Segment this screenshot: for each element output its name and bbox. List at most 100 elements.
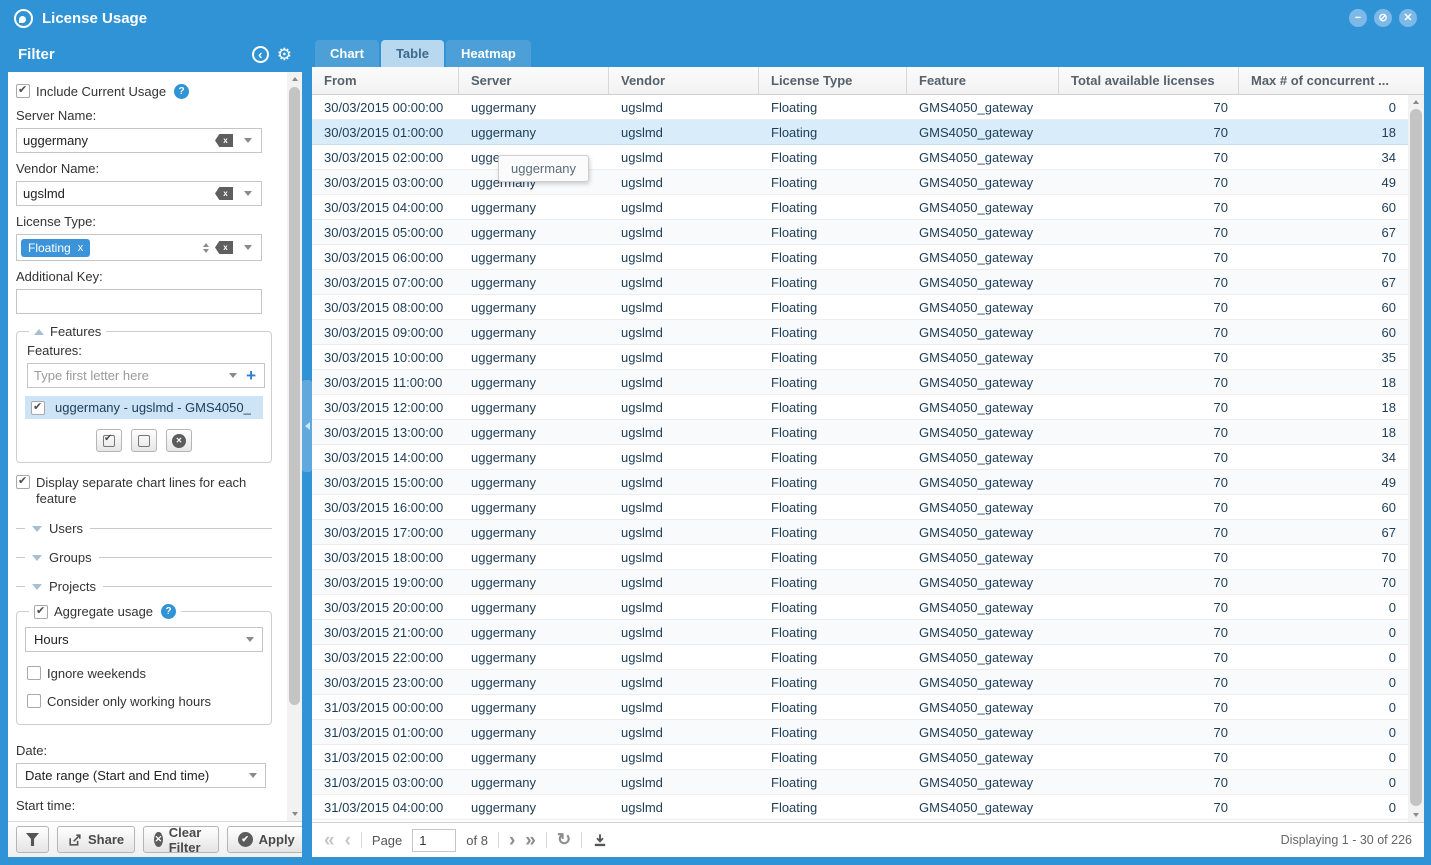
share-button[interactable]: Share xyxy=(57,826,135,853)
prev-page-button[interactable]: ‹ xyxy=(345,831,351,850)
page-number-input[interactable] xyxy=(412,829,456,852)
refresh-button[interactable]: ↻ xyxy=(557,830,571,850)
table-row[interactable]: 30/03/2015 09:00:00uggermanyugslmdFloati… xyxy=(312,320,1424,345)
filter-scrollbar-thumb[interactable] xyxy=(289,87,300,705)
apply-button[interactable]: ✔ Apply xyxy=(227,826,306,853)
table-row[interactable]: 30/03/2015 12:00:00uggermanyugslmdFloati… xyxy=(312,395,1424,420)
clear-field-icon[interactable]: x xyxy=(215,241,233,254)
column-header-feature[interactable]: Feature xyxy=(907,67,1059,94)
next-page-button[interactable]: › xyxy=(509,831,515,850)
tab-heatmap[interactable]: Heatmap xyxy=(446,40,531,67)
aggregate-usage-checkbox[interactable] xyxy=(34,605,48,619)
clear-field-icon[interactable]: x xyxy=(215,134,233,147)
license-type-tag[interactable]: Floating x xyxy=(21,239,90,257)
chevron-down-icon[interactable] xyxy=(224,373,242,378)
table-row[interactable]: 31/03/2015 01:00:00uggermanyugslmdFloati… xyxy=(312,720,1424,745)
table-row[interactable]: 30/03/2015 17:00:00uggermanyugslmdFloati… xyxy=(312,520,1424,545)
section-groups[interactable]: Groups xyxy=(16,550,272,565)
minimize-button[interactable]: − xyxy=(1349,9,1367,27)
collapse-panel-button[interactable]: ‹ xyxy=(252,46,269,63)
table-row[interactable]: 30/03/2015 08:00:00uggermanyugslmdFloati… xyxy=(312,295,1424,320)
column-header-from[interactable]: From xyxy=(312,67,459,94)
feature-list-item[interactable]: uggermany - ugslmd - GMS4050_ xyxy=(25,396,263,419)
collapse-section-icon[interactable] xyxy=(34,329,44,335)
table-row[interactable]: 30/03/2015 13:00:00uggermanyugslmdFloati… xyxy=(312,420,1424,445)
table-row[interactable]: 30/03/2015 05:00:00uggermanyugslmdFloati… xyxy=(312,220,1424,245)
deselect-all-features-button[interactable] xyxy=(131,429,157,452)
vendor-name-input[interactable] xyxy=(17,182,215,205)
table-row[interactable]: 30/03/2015 11:00:00uggermanyugslmdFloati… xyxy=(312,370,1424,395)
table-row[interactable]: 30/03/2015 23:00:00uggermanyugslmdFloati… xyxy=(312,670,1424,695)
ignore-weekends-checkbox[interactable] xyxy=(27,666,41,680)
clear-filter-button[interactable]: ✕ Clear Filter xyxy=(143,826,219,853)
add-feature-icon[interactable]: + xyxy=(246,366,256,386)
chevron-down-icon[interactable] xyxy=(239,245,257,250)
close-button[interactable]: ✕ xyxy=(1399,9,1417,27)
scroll-up-icon[interactable] xyxy=(287,72,302,86)
filter-scrollbar[interactable] xyxy=(287,72,302,821)
filter-menu-button[interactable] xyxy=(16,826,49,853)
working-hours-checkbox[interactable] xyxy=(27,694,41,708)
table-row[interactable]: 30/03/2015 04:00:00uggermanyugslmdFloati… xyxy=(312,195,1424,220)
section-users[interactable]: Users xyxy=(16,521,272,536)
download-button[interactable] xyxy=(592,833,608,848)
cell-max-concurrent: 18 xyxy=(1239,370,1424,394)
date-mode-select[interactable]: Date range (Start and End time) xyxy=(16,763,266,788)
features-input[interactable] xyxy=(28,364,224,387)
column-header-total-available[interactable]: Total available licenses xyxy=(1059,67,1239,94)
table-row[interactable]: 30/03/2015 02:00:00uggermanyugslmdFloati… xyxy=(312,145,1424,170)
select-all-features-button[interactable] xyxy=(96,429,122,452)
display-separate-checkbox[interactable] xyxy=(16,475,30,489)
help-icon[interactable]: ? xyxy=(174,84,189,99)
gear-icon[interactable]: ⚙ xyxy=(277,46,292,63)
scroll-down-icon[interactable] xyxy=(1408,808,1424,822)
table-row[interactable]: 30/03/2015 00:00:00uggermanyugslmdFloati… xyxy=(312,95,1424,120)
collapse-handle[interactable] xyxy=(302,380,312,472)
feature-item-checkbox[interactable] xyxy=(31,401,45,415)
table-row[interactable]: 30/03/2015 10:00:00uggermanyugslmdFloati… xyxy=(312,345,1424,370)
panel-splitter[interactable] xyxy=(302,36,312,857)
table-row[interactable]: 31/03/2015 04:00:00uggermanyugslmdFloati… xyxy=(312,795,1424,820)
tab-chart[interactable]: Chart xyxy=(315,40,379,67)
section-label: Users xyxy=(49,521,83,536)
aggregate-period-select[interactable]: Hours xyxy=(25,627,263,652)
spinner-control[interactable] xyxy=(203,243,209,253)
table-row[interactable]: 31/03/2015 00:00:00uggermanyugslmdFloati… xyxy=(312,695,1424,720)
grid-scrollbar-thumb[interactable] xyxy=(1410,109,1422,806)
last-page-button[interactable]: » xyxy=(525,831,536,850)
include-current-usage-checkbox[interactable] xyxy=(16,84,30,98)
table-row[interactable]: 31/03/2015 02:00:00uggermanyugslmdFloati… xyxy=(312,745,1424,770)
table-row[interactable]: 30/03/2015 22:00:00uggermanyugslmdFloati… xyxy=(312,645,1424,670)
table-row[interactable]: 30/03/2015 16:00:00uggermanyugslmdFloati… xyxy=(312,495,1424,520)
help-icon[interactable]: ? xyxy=(161,604,176,619)
first-page-button[interactable]: « xyxy=(324,831,335,850)
maximize-button[interactable]: ⊘ xyxy=(1374,9,1392,27)
table-row[interactable]: 30/03/2015 07:00:00uggermanyugslmdFloati… xyxy=(312,270,1424,295)
table-row[interactable]: 30/03/2015 18:00:00uggermanyugslmdFloati… xyxy=(312,545,1424,570)
column-header-server[interactable]: Server xyxy=(459,67,609,94)
scroll-down-icon[interactable] xyxy=(287,807,302,821)
table-row[interactable]: 30/03/2015 06:00:00uggermanyugslmdFloati… xyxy=(312,245,1424,270)
additional-key-input[interactable] xyxy=(17,290,261,313)
table-row[interactable]: 31/03/2015 03:00:00uggermanyugslmdFloati… xyxy=(312,770,1424,795)
clear-features-button[interactable]: ✕ xyxy=(166,429,192,452)
grid-scrollbar[interactable] xyxy=(1408,95,1424,822)
table-row[interactable]: 30/03/2015 15:00:00uggermanyugslmdFloati… xyxy=(312,470,1424,495)
chevron-down-icon[interactable] xyxy=(239,191,257,196)
column-header-license-type[interactable]: License Type xyxy=(759,67,907,94)
table-row[interactable]: 30/03/2015 19:00:00uggermanyugslmdFloati… xyxy=(312,570,1424,595)
chevron-down-icon[interactable] xyxy=(239,138,257,143)
table-row[interactable]: 30/03/2015 01:00:00uggermanyugslmdFloati… xyxy=(312,120,1424,145)
table-row[interactable]: 30/03/2015 20:00:00uggermanyugslmdFloati… xyxy=(312,595,1424,620)
section-projects[interactable]: Projects xyxy=(16,579,272,594)
scroll-up-icon[interactable] xyxy=(1408,95,1424,109)
remove-tag-icon[interactable]: x xyxy=(78,242,84,254)
table-row[interactable]: 30/03/2015 21:00:00uggermanyugslmdFloati… xyxy=(312,620,1424,645)
tab-table[interactable]: Table xyxy=(381,40,444,67)
server-name-input[interactable] xyxy=(17,129,215,152)
table-row[interactable]: 30/03/2015 14:00:00uggermanyugslmdFloati… xyxy=(312,445,1424,470)
table-row[interactable]: 30/03/2015 03:00:00uggermanyugslmdFloati… xyxy=(312,170,1424,195)
clear-field-icon[interactable]: x xyxy=(215,187,233,200)
column-header-vendor[interactable]: Vendor xyxy=(609,67,759,94)
column-header-max-concurrent[interactable]: Max # of concurrent ... xyxy=(1239,67,1424,94)
